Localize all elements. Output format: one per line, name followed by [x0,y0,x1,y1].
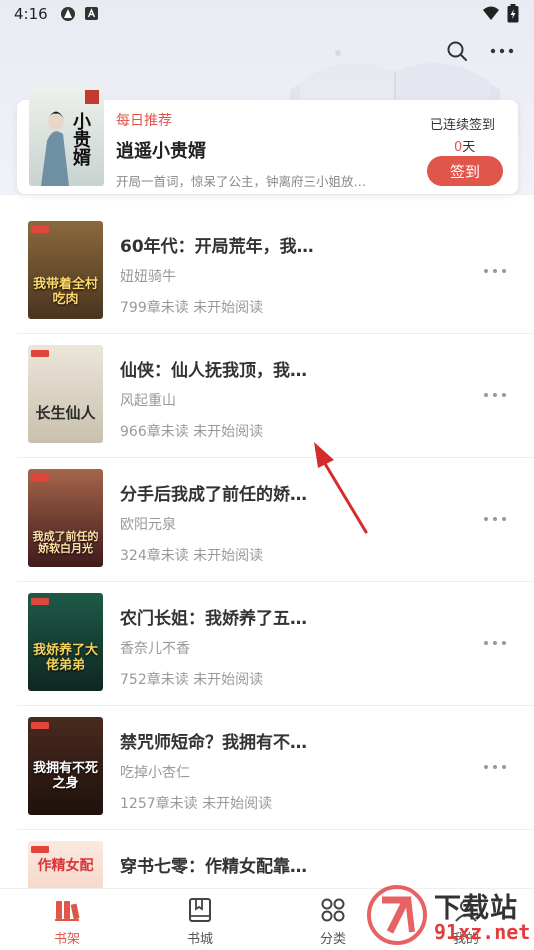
book-cover[interactable]: 我拥有不死之身 [28,717,103,815]
cover-badge [31,226,49,233]
book-progress: 752章未读 未开始阅读 [120,672,264,688]
book-more-button[interactable] [484,757,506,777]
site-watermark: 下载站 91xz.net [362,880,534,950]
cover-title: 我带着全村吃肉 [32,277,98,307]
more-dot [502,393,506,397]
book-title: 分手后我成了前任的娇… [120,485,307,505]
app-notification-icon [61,7,75,21]
tab-label: 分类 [319,932,346,947]
battery-charging-icon [507,4,519,23]
book-author: 风起重山 [120,393,176,409]
app-notification-icon-2 [85,7,98,20]
book-row[interactable]: 我成了前任的娇软白月光 分手后我成了前任的娇… 欧阳元泉 324章未读 未开始阅… [0,458,534,582]
more-dot [493,765,497,769]
cover-title: 作精女配 [37,858,94,874]
wifi-icon [483,6,499,20]
watermark-logo-icon [367,885,427,945]
more-dot [484,393,488,397]
more-dot [484,641,488,645]
checkin-button[interactable]: 签到 [427,156,503,186]
status-bar: 4:16 [0,0,534,28]
checkin-streak-count: 0天 [454,136,475,155]
book-more-button[interactable] [484,509,506,529]
book-row[interactable]: 我拥有不死之身 禁咒师短命？我拥有不… 吃掉小杏仁 1257章未读 未开始阅读 [0,706,534,830]
book-title: 禁咒师短命？我拥有不… [120,733,307,753]
book-row[interactable]: 长生仙人 仙侠：仙人抚我顶，我… 风起重山 966章未读 未开始阅读 [0,334,534,458]
cover-badge [31,598,49,605]
daily-recommend-card[interactable]: 小贵婿 每日推荐 逍遥小贵婿 开局一首词，惊呆了公主，钟离府三小姐放… 已连续签… [17,86,518,194]
tab-bookstore[interactable]: 书城 [160,895,240,947]
book-cover[interactable]: 我成了前任的娇软白月光 [28,469,103,567]
category-icon [321,898,345,922]
more-dot [493,517,497,521]
book-cover[interactable]: 我带着全村吃肉 [28,221,103,319]
status-time: 4:16 [14,5,48,23]
cover-badge [31,474,49,481]
bookstore-icon [189,898,211,922]
daily-tag: 每日推荐 [116,113,172,129]
search-icon [447,41,467,61]
book-more-button[interactable] [484,633,506,653]
more-dot [493,269,497,273]
daily-book-description: 开局一首词，惊呆了公主，钟离府三小姐放… [116,174,367,189]
book-more-button[interactable] [484,385,506,405]
more-dot [502,269,506,273]
checkin-streak-label: 已连续签到 [430,118,496,133]
daily-cover-title: 小贵婿 [73,112,91,169]
book-cover[interactable]: 长生仙人 [28,345,103,443]
book-row[interactable]: 我娇养了大佬弟弟 农门长姐：我娇养了五… 香奈儿不香 752章未读 未开始阅读 [0,582,534,706]
cover-title: 长生仙人 [35,403,96,422]
book-progress: 799章未读 未开始阅读 [120,300,264,316]
more-options-button[interactable] [489,38,515,64]
daily-book-cover[interactable]: 小贵婿 [29,86,104,186]
search-button[interactable] [444,38,470,64]
more-dot [493,641,497,645]
tab-bookshelf[interactable]: 书架 [27,895,107,947]
book-author: 吃掉小杏仁 [120,765,190,781]
cover-title: 我娇养了大佬弟弟 [32,643,98,673]
more-dot [502,765,506,769]
watermark-url: 91xz.net [434,920,531,944]
book-row[interactable]: 我带着全村吃肉 60年代：开局荒年，我… 妞妞骑牛 799章未读 未开始阅读 [0,210,534,334]
more-dot [493,393,497,397]
streak-days-unit: 天 [462,140,476,155]
more-dot [484,269,488,273]
book-title: 农门长姐：我娇养了五… [120,609,307,629]
cover-title: 我成了前任的娇软白月光 [32,529,99,555]
book-cover[interactable]: 我娇养了大佬弟弟 [28,593,103,691]
bookshelf-icon [55,901,80,921]
book-progress: 1257章未读 未开始阅读 [120,796,273,812]
cover-title: 我拥有不死之身 [32,761,98,791]
bookshelf-list: 我带着全村吃肉 60年代：开局荒年，我… 妞妞骑牛 799章未读 未开始阅读 长… [0,210,534,950]
cover-badge [31,350,49,357]
cover-badge [31,722,49,729]
more-dot [484,765,488,769]
tab-label: 书城 [186,932,213,947]
daily-book-title[interactable]: 逍遥小贵婿 [116,137,206,163]
book-author: 欧阳元泉 [120,517,176,533]
book-title: 穿书七零：作精女配靠… [120,857,307,877]
book-author: 香奈儿不香 [120,641,190,657]
book-title: 60年代：开局荒年，我… [120,237,314,257]
tab-label: 书架 [53,932,80,947]
book-progress: 324章未读 未开始阅读 [120,548,264,564]
book-more-button[interactable] [484,261,506,281]
cover-badge [31,846,49,853]
book-author: 妞妞骑牛 [120,269,176,285]
more-dot [484,517,488,521]
more-dot [502,641,506,645]
tab-category[interactable]: 分类 [293,895,373,947]
more-dots-icon [490,48,514,54]
more-dot [502,517,506,521]
book-title: 仙侠：仙人抚我顶，我… [120,361,307,381]
book-progress: 966章未读 未开始阅读 [120,424,264,440]
